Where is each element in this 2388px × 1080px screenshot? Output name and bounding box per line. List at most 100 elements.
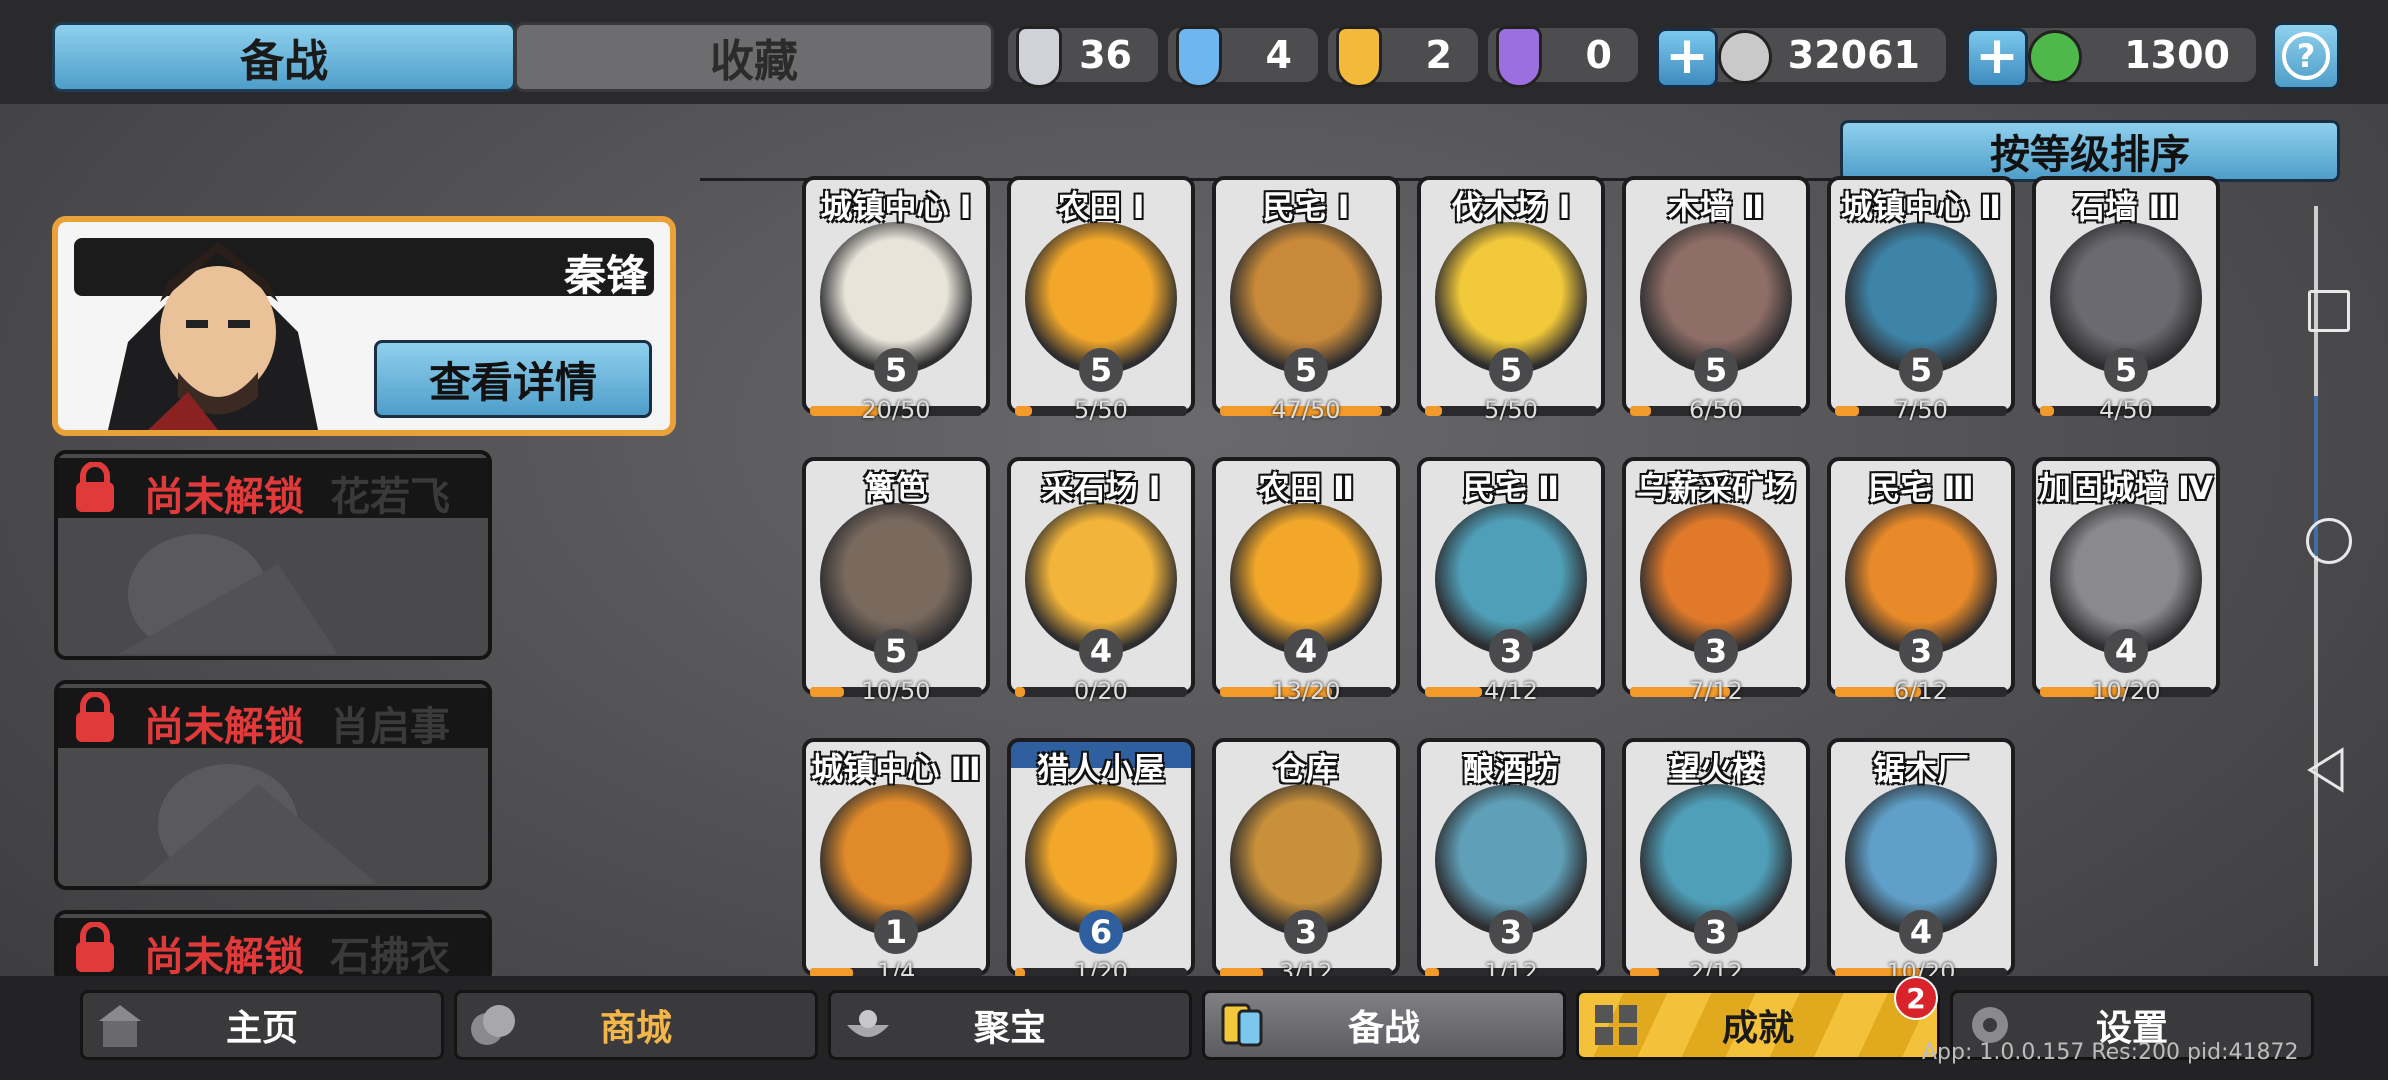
locked-hero-card[interactable]: 尚未解锁 花若飞 [54, 450, 492, 660]
building-card[interactable]: 仓库 3 3/12 [1212, 738, 1400, 986]
help-button[interactable]: ? [2272, 22, 2340, 90]
hero-name: 秦锋 [563, 251, 648, 300]
locked-hero-card[interactable]: 尚未解锁 肖启事 [54, 680, 492, 890]
building-title: 篱笆 [863, 469, 928, 507]
building-title: 城镇中心 Ⅲ [811, 750, 981, 788]
version-info: App: 1.0.0.157 Res:200 pid:41872 [1922, 1040, 2299, 1065]
building-level: 3 [1284, 910, 1328, 954]
locked-hero-portrait [138, 764, 378, 884]
building-card[interactable]: 锯木厂 4 10/20 [1827, 738, 2015, 986]
home-circle-icon[interactable] [2306, 518, 2352, 564]
building-level: 3 [1489, 629, 1533, 673]
building-card[interactable]: 乌薪采矿场 3 7/12 [1622, 457, 1810, 705]
building-title: 木墙 Ⅱ [1667, 188, 1765, 226]
building-card[interactable]: 望火楼 3 2/12 [1622, 738, 1810, 986]
nav-home[interactable]: 主页 [80, 990, 444, 1060]
nav-achievement[interactable]: 成就 [1576, 990, 1940, 1060]
building-progress: 7/50 [1894, 396, 1948, 424]
building-level: 4 [1899, 910, 1943, 954]
locked-hero-name: 石拂衣 [330, 934, 450, 980]
building-level: 5 [1489, 348, 1533, 392]
locked-hero-name: 花若飞 [330, 474, 450, 520]
building-card[interactable]: 猎人小屋 6 1/20 [1007, 738, 1195, 986]
building-progress: 5/50 [1074, 396, 1128, 424]
nav-label: 商城 [599, 1008, 672, 1049]
tab-collection[interactable]: 收藏 [514, 22, 994, 92]
building-card[interactable]: 民宅 Ⅰ 5 47/50 [1212, 176, 1400, 424]
building-level: 5 [1899, 348, 1943, 392]
building-level: 5 [2104, 348, 2148, 392]
building-title: 城镇中心 Ⅱ [1840, 188, 2002, 226]
building-card[interactable]: 城镇中心 Ⅰ 5 20/50 [802, 176, 990, 424]
building-progress: 20/50 [861, 396, 931, 424]
view-details-button[interactable]: 查看详情 [374, 340, 652, 418]
building-card[interactable]: 城镇中心 Ⅱ 5 7/50 [1827, 176, 2015, 424]
locked-status: 尚未解锁 [144, 474, 304, 520]
building-progress: 4/12 [1484, 677, 1538, 705]
help-icon: ? [2282, 32, 2330, 80]
building-progress: 4/50 [2099, 396, 2153, 424]
building-progress: 0/20 [1074, 677, 1128, 705]
nav-label: 备战 [1347, 1008, 1420, 1049]
building-level: 5 [1079, 348, 1123, 392]
treasure-icon [847, 1010, 889, 1037]
locked-hero-card[interactable]: 尚未解锁 石拂衣 [54, 910, 492, 984]
building-title: 民宅 Ⅱ [1462, 469, 1560, 507]
building-card[interactable]: 木墙 Ⅱ 5 6/50 [1622, 176, 1810, 424]
sort-by-level-button[interactable]: 按等级排序 [1840, 120, 2340, 182]
building-level: 5 [874, 629, 918, 673]
building-card[interactable]: 农田 Ⅰ 5 5/50 [1007, 176, 1195, 424]
building-card[interactable]: 篱笆 5 10/50 [802, 457, 990, 705]
lock-icon [76, 922, 114, 972]
building-level: 6 [1079, 910, 1123, 954]
nav-shop[interactable]: 商城 [454, 990, 818, 1060]
hero-card[interactable]: 秦锋 查看详情 [52, 216, 676, 436]
building-level: 1 [874, 910, 918, 954]
building-card[interactable]: 民宅 Ⅱ 3 4/12 [1417, 457, 1605, 705]
green-gem-icon [2028, 30, 2082, 84]
building-title: 酿酒坊 [1462, 750, 1559, 788]
lock-icon [76, 462, 114, 512]
gold-shield-icon [1336, 26, 1382, 88]
resource-gold-shield: 2 [1328, 26, 1478, 88]
resource-silver-shield: 36 [1008, 26, 1158, 88]
locked-hero-name: 肖启事 [330, 704, 450, 750]
building-card[interactable]: 酿酒坊 3 1/12 [1417, 738, 1605, 986]
add-gems-button[interactable]: + [1966, 28, 2028, 88]
nav-treasure[interactable]: 聚宝 [828, 990, 1192, 1060]
nav-prepare[interactable]: 备战 [1202, 990, 1566, 1060]
building-card[interactable]: 城镇中心 Ⅲ 1 1/4 [802, 738, 990, 986]
tab-prepare[interactable]: 备战 [52, 22, 516, 92]
nav-label: 成就 [1721, 1008, 1794, 1049]
building-title: 锯木厂 [1872, 750, 1969, 788]
resource-blue-shield: 4 [1168, 26, 1318, 88]
back-icon[interactable] [2306, 746, 2346, 794]
silver-shield-icon [1016, 26, 1062, 88]
building-card[interactable]: 民宅 Ⅲ 3 6/12 [1827, 457, 2015, 705]
building-card[interactable]: 石墙 Ⅲ 5 4/50 [2032, 176, 2220, 424]
currency-green-gem: + 1300 [1966, 28, 2256, 88]
building-card[interactable]: 农田 Ⅱ 4 13/20 [1212, 457, 1400, 705]
building-title: 乌薪采矿场 [1635, 469, 1796, 507]
resource-value: 36 [1079, 33, 1132, 77]
building-card[interactable]: 加固城墙 Ⅳ 4 10/20 [2032, 457, 2220, 705]
hero-portrait [108, 242, 318, 430]
building-card[interactable]: 伐木场 Ⅰ 5 5/50 [1417, 176, 1605, 424]
building-progress: 6/50 [1689, 396, 1743, 424]
currency-value: 1300 [2124, 33, 2230, 77]
building-title: 城镇中心 Ⅰ [820, 188, 972, 226]
blue-shield-icon [1176, 26, 1222, 88]
building-level: 5 [1694, 348, 1738, 392]
add-coins-button[interactable]: + [1656, 28, 1718, 88]
building-card[interactable]: 采石场 Ⅰ 4 0/20 [1007, 457, 1195, 705]
silver-coin-icon [1718, 30, 1772, 84]
currency-silver-coin: + 32061 [1656, 28, 1946, 88]
building-level: 3 [1694, 910, 1738, 954]
recent-apps-icon[interactable] [2308, 290, 2350, 332]
nav-label: 聚宝 [973, 1008, 1046, 1049]
locked-hero-portrait [118, 534, 338, 654]
home-icon [99, 1005, 141, 1047]
resource-value: 2 [1425, 33, 1452, 77]
notification-badge: 2 [1894, 976, 1938, 1020]
building-title: 仓库 [1273, 750, 1338, 788]
